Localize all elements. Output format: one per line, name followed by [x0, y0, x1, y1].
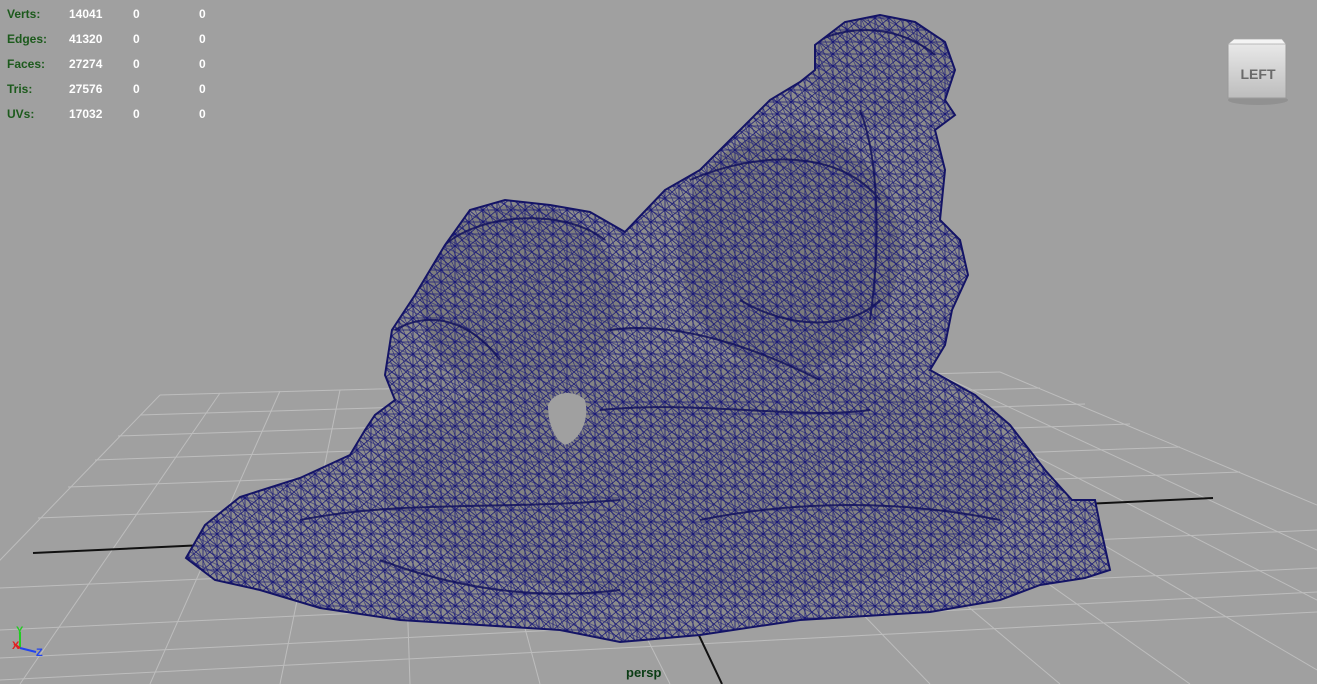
hud-selected: 0 — [133, 107, 140, 121]
hud-total: 41320 — [69, 32, 103, 46]
hud-component: 0 — [199, 57, 206, 71]
hud-selected: 0 — [133, 32, 140, 46]
axis-z-label: Z — [36, 647, 43, 659]
hud-total: 27274 — [69, 57, 103, 71]
hud-row-tris: Tris: 27576 0 0 — [7, 77, 263, 102]
hud-row-verts: Verts: 14041 0 0 — [7, 2, 263, 27]
axis-x-label: X — [12, 640, 20, 652]
camera-name-label: persp — [626, 665, 662, 680]
axis-orientation-icon: Y X Z — [12, 625, 43, 659]
hud-row-uvs: UVs: 17032 0 0 — [7, 102, 263, 127]
hud-row-faces: Faces: 27274 0 0 — [7, 52, 263, 77]
hud-selected: 0 — [133, 7, 140, 21]
view-cube-face-label[interactable]: LEFT — [1241, 66, 1276, 82]
hud-label: Edges: — [7, 32, 48, 46]
hud-component: 0 — [199, 82, 206, 96]
hud-total: 27576 — [69, 82, 103, 96]
poly-count-hud: Verts: 14041 0 0 Edges: 41320 0 0 Faces:… — [7, 2, 263, 127]
hud-selected: 0 — [133, 57, 140, 71]
hud-selected: 0 — [133, 82, 140, 96]
hud-row-edges: Edges: 41320 0 0 — [7, 27, 263, 52]
hud-total: 17032 — [69, 107, 103, 121]
rock-mesh[interactable] — [150, 0, 1150, 684]
hud-total: 14041 — [69, 7, 103, 21]
axis-y-label: Y — [16, 625, 24, 637]
hud-component: 0 — [199, 107, 206, 121]
hud-label: Verts: — [7, 7, 41, 21]
hud-label: Faces: — [7, 57, 46, 71]
view-cube-icon[interactable]: LEFT — [1224, 38, 1290, 106]
hud-label: Tris: — [7, 82, 33, 96]
perspective-viewport[interactable]: Verts: 14041 0 0 Edges: 41320 0 0 Faces:… — [0, 0, 1317, 684]
hud-label: UVs: — [7, 107, 35, 121]
hud-component: 0 — [199, 7, 206, 21]
hud-component: 0 — [199, 32, 206, 46]
